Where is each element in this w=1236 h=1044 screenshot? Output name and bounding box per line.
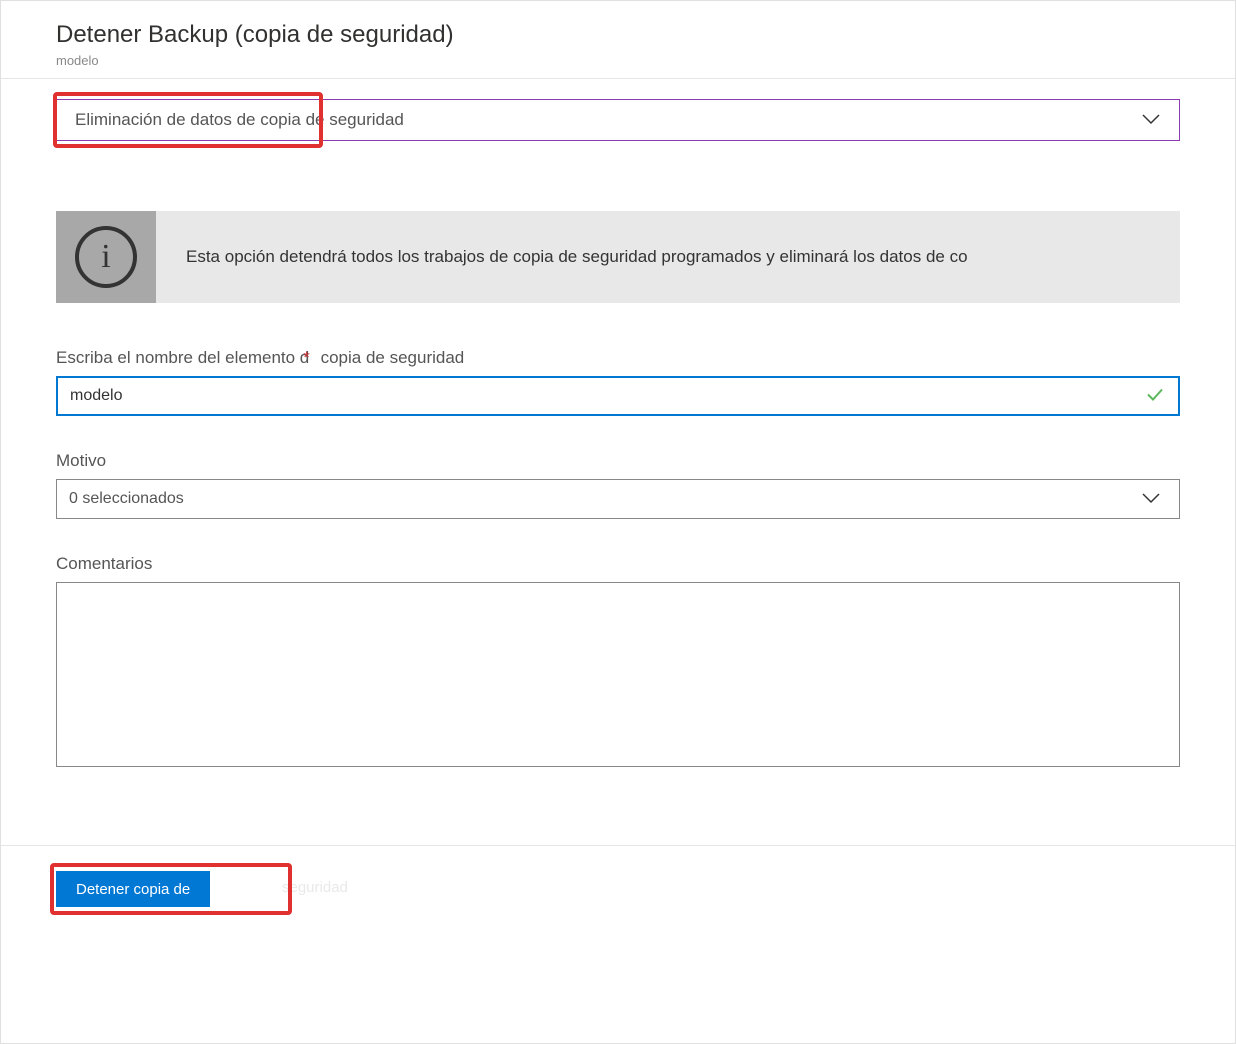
chevron-down-icon — [1141, 491, 1161, 507]
name-input-wrapper — [56, 376, 1180, 416]
page-subtitle: modelo — [56, 53, 1180, 68]
submit-button-wrapper: Detener copia de seguridad — [56, 871, 210, 907]
stop-backup-button[interactable]: Detener copia de — [56, 871, 210, 907]
reason-dropdown[interactable]: 0 seleccionados — [56, 479, 1180, 519]
chevron-down-icon — [1141, 112, 1161, 128]
page-title: Detener Backup (copia de seguridad) — [56, 21, 1180, 49]
name-input[interactable] — [70, 387, 1138, 405]
info-text: Esta opción detendrá todos los trabajos … — [156, 247, 988, 267]
comments-field-group: Comentarios — [56, 554, 1180, 770]
name-field-group: Escriba el nombre del elemento d* copia … — [56, 348, 1180, 416]
form-footer: Detener copia de seguridad — [1, 845, 1235, 932]
comments-field-label: Comentarios — [56, 554, 1180, 574]
form-content: Eliminación de datos de copia de segurid… — [1, 79, 1235, 825]
check-icon — [1146, 388, 1164, 405]
comments-textarea[interactable] — [56, 582, 1180, 767]
info-banner: i Esta opción detendrá todos los trabajo… — [56, 211, 1180, 303]
page-header: Detener Backup (copia de seguridad) mode… — [1, 1, 1235, 79]
action-dropdown[interactable]: Eliminación de datos de copia de segurid… — [56, 99, 1180, 141]
reason-dropdown-value: 0 seleccionados — [69, 490, 184, 508]
info-icon: i — [56, 211, 156, 303]
faded-text: seguridad — [282, 879, 348, 896]
name-field-label: Escriba el nombre del elemento d* copia … — [56, 348, 1180, 368]
reason-field-label: Motivo — [56, 451, 1180, 471]
action-dropdown-value: Eliminación de datos de copia de segurid… — [75, 110, 404, 130]
required-indicator: * — [303, 348, 310, 367]
reason-field-group: Motivo 0 seleccionados — [56, 451, 1180, 519]
